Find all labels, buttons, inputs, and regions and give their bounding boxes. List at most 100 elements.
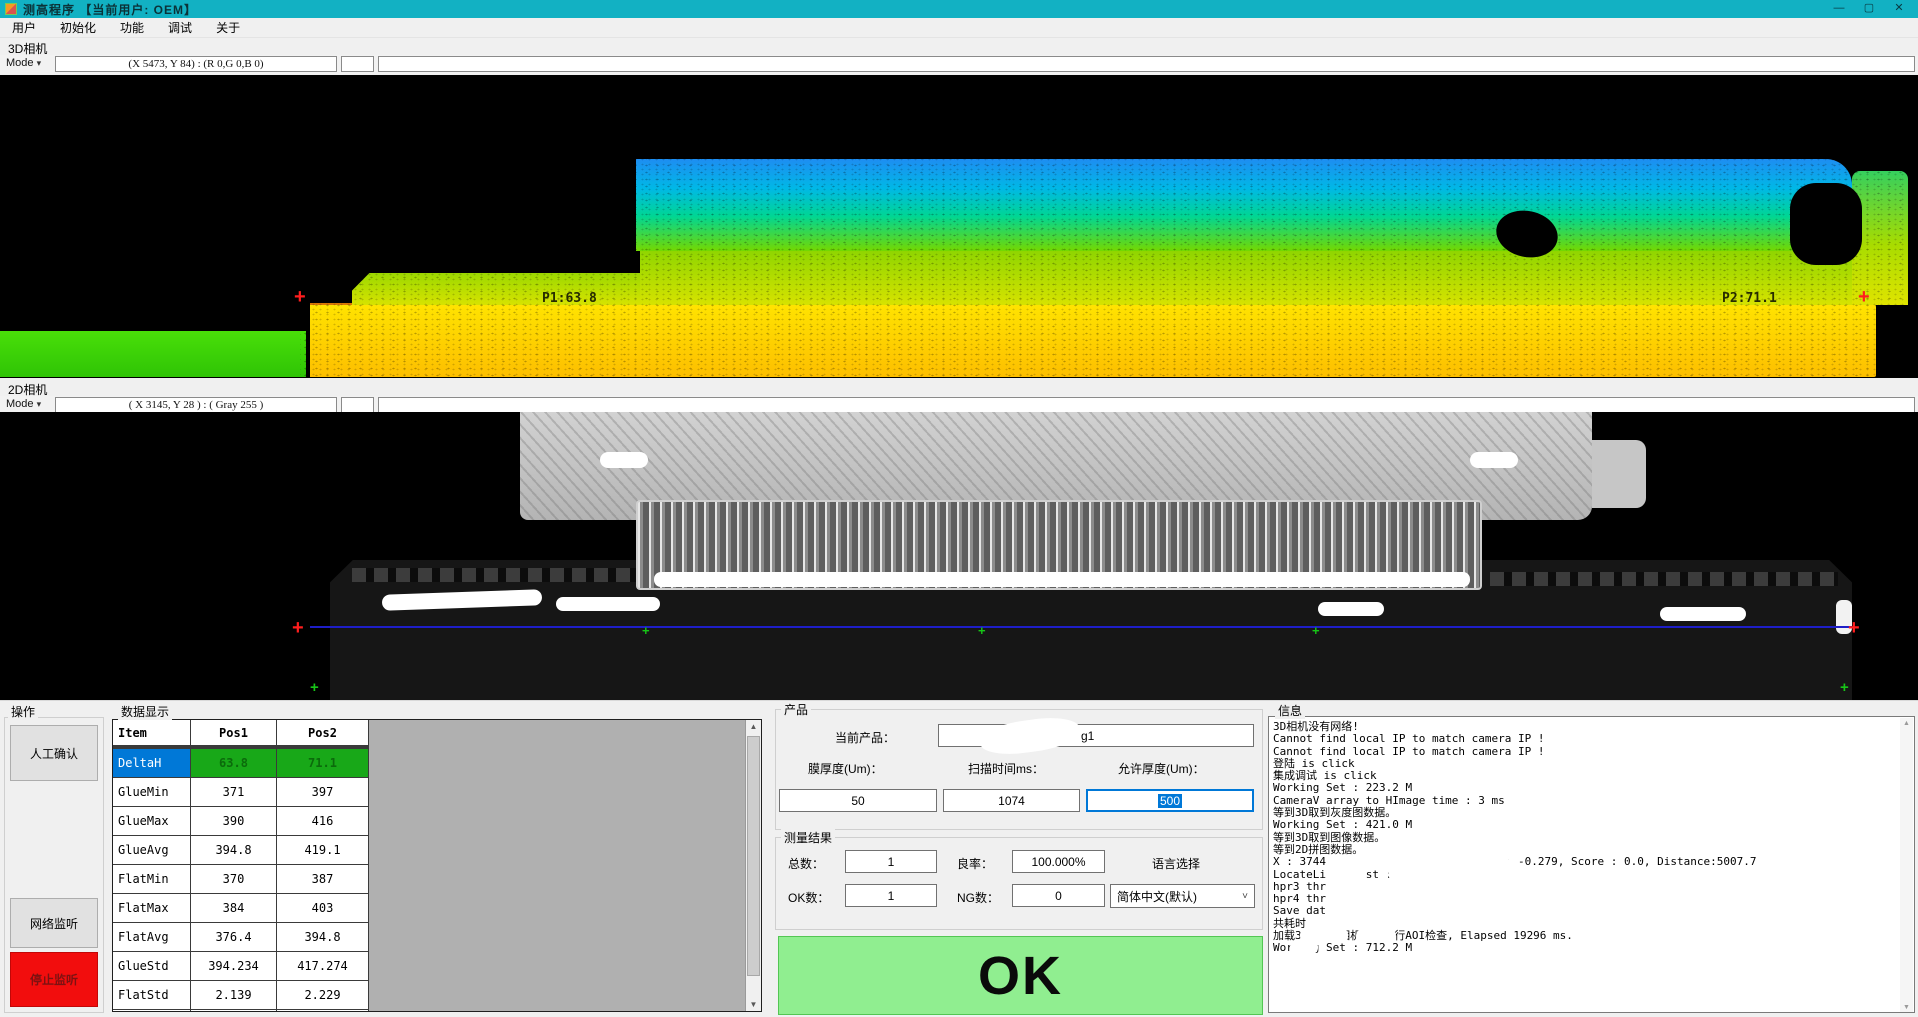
reflection-blob: [1660, 607, 1746, 621]
mode-dropdown-3d[interactable]: Mode ▾: [6, 57, 41, 69]
total-field[interactable]: 1: [845, 850, 937, 873]
column-header[interactable]: Item: [113, 720, 191, 746]
close-icon[interactable]: ✕: [1884, 0, 1914, 18]
app-icon: [5, 3, 17, 15]
chevron-down-icon: ▾: [37, 58, 42, 68]
info-log-box[interactable]: 3D相机没有网络!Cannot find local IP to match c…: [1268, 716, 1915, 1013]
scroll-up-icon[interactable]: ▲: [746, 722, 761, 731]
scroll-up-icon[interactable]: ▲: [1900, 720, 1913, 727]
table-cell-pos2[interactable]: 394.8: [277, 923, 369, 952]
redaction-blob: [1400, 897, 1785, 916]
camera2d-view[interactable]: + + + + + + +: [0, 412, 1918, 700]
log-line: hpr3 thr: [1273, 881, 1914, 893]
table-cell-pos1[interactable]: 371: [191, 778, 277, 807]
table-cell-pos2[interactable]: 403: [277, 894, 369, 923]
table-cell-pos2[interactable]: 7966.7: [277, 1010, 369, 1012]
maximize-icon[interactable]: ▢: [1854, 0, 1884, 18]
title-bar: 测高程序 【当前用户: OEM】 — ▢ ✕: [0, 0, 1918, 18]
minimize-icon[interactable]: —: [1824, 0, 1854, 18]
table-cell-pos1[interactable]: 376.4: [191, 923, 277, 952]
cursor-position-readout-2d: ( X 3145, Y 28 ) : ( Gray 255 ): [55, 397, 337, 413]
table-cell-pos2[interactable]: 387: [277, 865, 369, 894]
crosshair-icon: +: [310, 680, 319, 695]
menu-item[interactable]: 初始化: [48, 17, 108, 38]
chevron-down-icon: ˅: [1236, 891, 1254, 902]
crosshair-icon: +: [1858, 287, 1870, 307]
film-thickness-field[interactable]: 50: [779, 789, 937, 812]
table-row-item[interactable]: DeltaH: [113, 749, 191, 778]
scroll-down-icon[interactable]: ▼: [1900, 1004, 1913, 1011]
crosshair-icon: +: [292, 618, 304, 638]
alignment-line-2d: [310, 626, 1852, 628]
log-line: Working Set : 421.0 M: [1273, 819, 1914, 831]
redaction-blob: [1356, 929, 1396, 943]
p1-measure-label: P1:63.8: [542, 291, 597, 306]
reflection-blob: [556, 597, 660, 611]
statusbox-small-2d: [341, 397, 374, 413]
table-cell-pos1[interactable]: 394.8: [191, 836, 277, 865]
table-cell-pos2[interactable]: 71.1: [277, 749, 369, 778]
manual-confirm-button[interactable]: 人工确认: [10, 725, 98, 781]
camera3d-view[interactable]: P1:63.8 P2:71.1 + +: [0, 75, 1918, 378]
camera3d-mode-bar: Mode ▾ (X 5473, Y 84) : (R 0,G 0,B 0): [0, 55, 1918, 74]
table-cell-pos1[interactable]: 390: [191, 807, 277, 836]
menu-item[interactable]: 关于: [204, 17, 252, 38]
table-row-item[interactable]: FlatStd: [113, 981, 191, 1010]
scan-time-field[interactable]: 1074: [943, 789, 1080, 812]
table-cell-pos1[interactable]: 63.8: [191, 749, 277, 778]
table-cell-pos1[interactable]: 2583.5: [191, 1010, 277, 1012]
table-cell-pos1[interactable]: 2.139: [191, 981, 277, 1010]
table-cell-pos1[interactable]: 384: [191, 894, 277, 923]
table-row-item[interactable]: GlueAvg: [113, 836, 191, 865]
ok-count-field[interactable]: 1: [845, 884, 937, 907]
menu-item[interactable]: 调试: [156, 17, 204, 38]
info-log: 3D相机没有网络!Cannot find local IP to match c…: [1273, 721, 1914, 955]
stop-listen-button[interactable]: 停止监听: [10, 952, 98, 1007]
table-cell-pos2[interactable]: 416: [277, 807, 369, 836]
table-cell-pos2[interactable]: 419.1: [277, 836, 369, 865]
table-row-item[interactable]: FlatMin: [113, 865, 191, 894]
table-cell-pos2[interactable]: 397: [277, 778, 369, 807]
table-row-item[interactable]: GlueMin: [113, 778, 191, 807]
cursor-position-readout-3d: (X 5473, Y 84) : (R 0,G 0,B 0): [55, 56, 337, 72]
allow-thickness-field[interactable]: 500: [1086, 789, 1254, 812]
window-controls: — ▢ ✕: [1824, 0, 1914, 18]
data-table: ItemPos1Pos2 DeltaH63.871.1 GlueMin371397 G…: [113, 720, 369, 1012]
language-combobox[interactable]: 简体中文(默认) ˅: [1110, 884, 1255, 908]
menu-item[interactable]: 功能: [108, 17, 156, 38]
table-row-item[interactable]: FlatAvg: [113, 923, 191, 952]
ng-count-field[interactable]: 0: [1012, 884, 1105, 907]
table-cell-pos2[interactable]: 2.229: [277, 981, 369, 1010]
table-row-item[interactable]: FlatMax: [113, 894, 191, 923]
scan-time-label: 扫描时间ms：: [968, 760, 1044, 777]
result-status-panel: OK: [778, 936, 1263, 1015]
menu-item[interactable]: 用户: [0, 17, 48, 38]
column-header[interactable]: Pos2: [277, 720, 369, 746]
data-grid[interactable]: ItemPos1Pos2 DeltaH63.871.1 GlueMin371397 G…: [112, 719, 762, 1012]
heightmap-noise: [300, 155, 1910, 378]
crosshair-icon: +: [1840, 680, 1849, 695]
app-window: 测高程序 【当前用户: OEM】 — ▢ ✕ 用户初始化功能调试关于 3D相机 …: [0, 0, 1918, 1017]
network-listen-button[interactable]: 网络监听: [10, 898, 98, 948]
table-cell-pos1[interactable]: 370: [191, 865, 277, 894]
yield-field[interactable]: 100.000%: [1012, 850, 1105, 873]
table-row-item[interactable]: GlueMax: [113, 807, 191, 836]
statusbox-long-3d: [378, 56, 1915, 72]
log-scrollbar[interactable]: ▲ ▼: [1900, 718, 1913, 1013]
table-cell-pos2[interactable]: 417.274: [277, 952, 369, 981]
latch-highlight-left: [600, 452, 648, 468]
scroll-down-icon[interactable]: ▼: [746, 1000, 761, 1009]
chevron-down-icon: ▾: [37, 399, 42, 409]
ng-count-label: NG数：: [957, 889, 999, 906]
redaction-blob: [1290, 941, 1318, 954]
scrollbar-thumb[interactable]: [747, 736, 760, 976]
data-grid-scrollbar[interactable]: ▲ ▼: [745, 720, 761, 1011]
mode-dropdown-2d[interactable]: Mode ▾: [6, 398, 41, 410]
crosshair-icon: +: [1312, 624, 1320, 637]
table-row-item[interactable]: X: [113, 1010, 191, 1012]
table-row-item[interactable]: GlueStd: [113, 952, 191, 981]
log-line: Cannot find local IP to match camera IP …: [1273, 746, 1914, 758]
column-header[interactable]: Pos1: [191, 720, 277, 746]
pcb-tab: [1592, 440, 1646, 508]
table-cell-pos1[interactable]: 394.234: [191, 952, 277, 981]
